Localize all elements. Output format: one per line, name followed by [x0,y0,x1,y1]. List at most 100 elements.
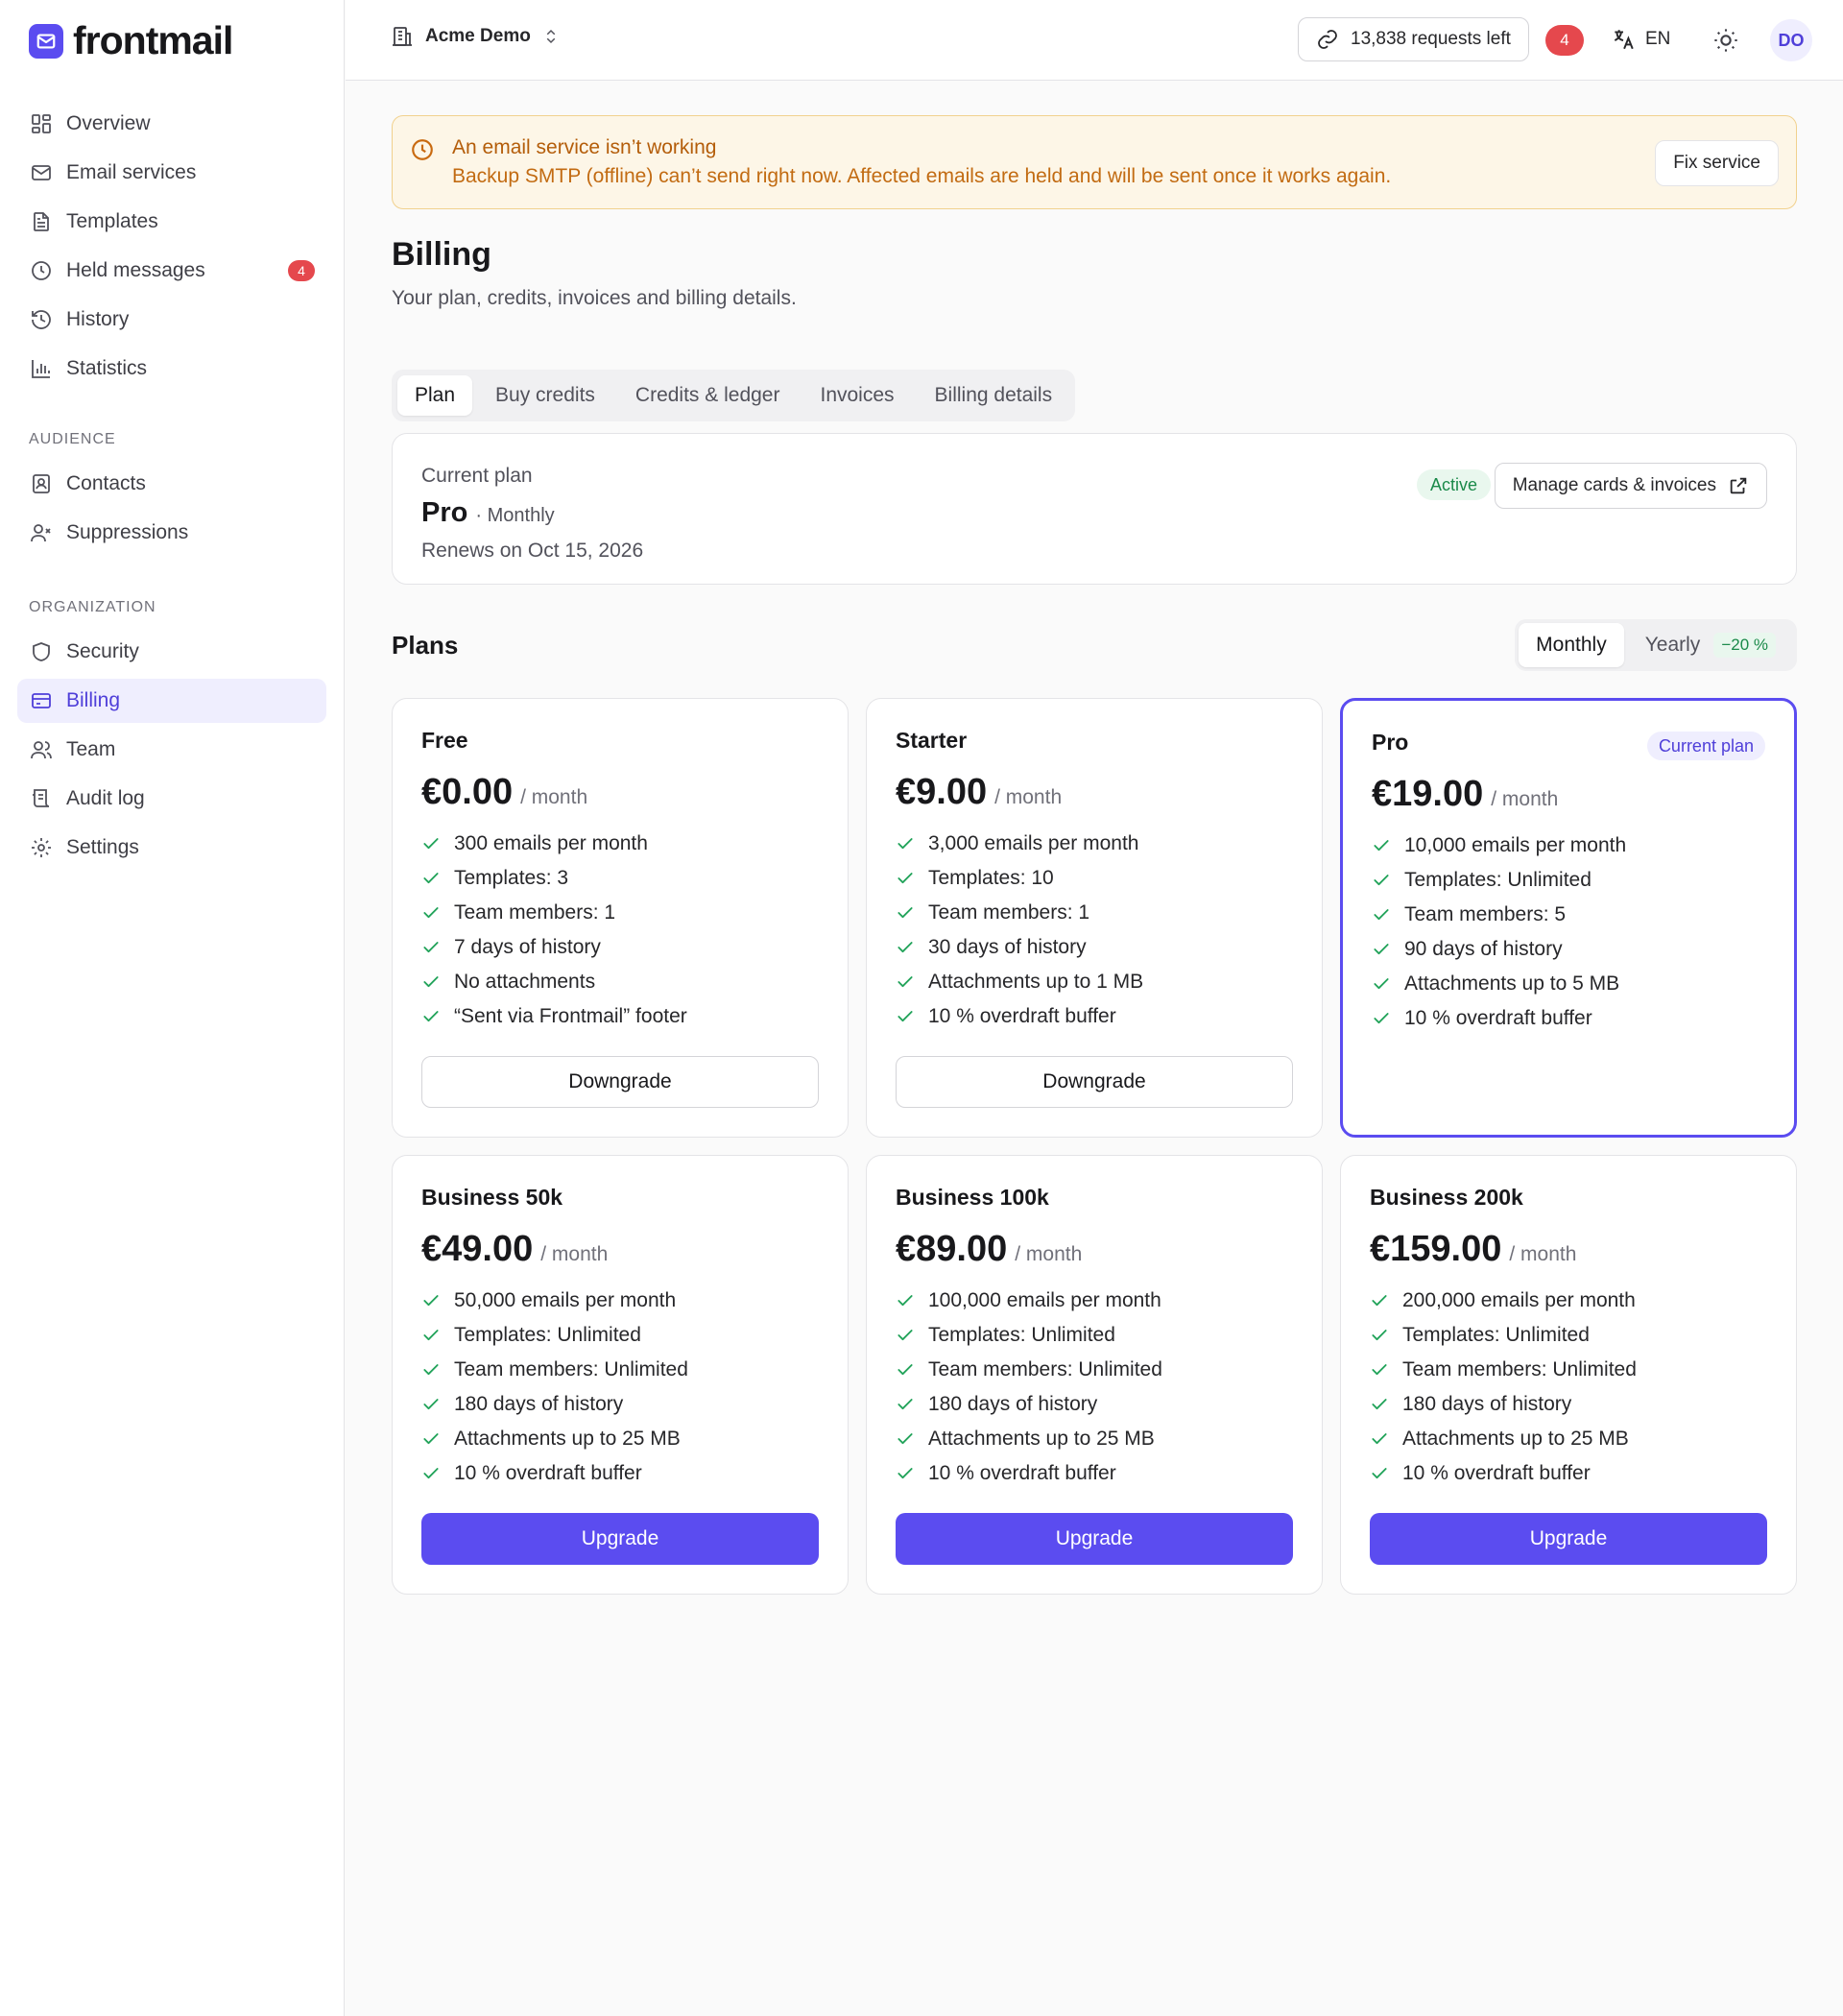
language-code: EN [1645,29,1671,49]
feature-item: Attachments up to 25 MB [421,1422,819,1456]
avatar[interactable]: DO [1770,19,1812,61]
current-plan-name: Pro · Monthly [421,497,555,529]
check-icon [1374,978,1389,990]
tab-buy-credits[interactable]: Buy credits [478,375,612,416]
fix-service-button[interactable]: Fix service [1655,140,1779,186]
sidebar-item-audit-log[interactable]: Audit log [17,777,326,821]
check-icon [898,1011,913,1022]
feature-item: Templates: 3 [421,861,819,896]
clock-icon [32,261,51,280]
feature-item: Attachments up to 25 MB [896,1422,1293,1456]
check-icon [1374,875,1389,886]
sidebar-nav: Overview Email services Templates Held m… [17,102,326,875]
manage-cards-button[interactable]: Manage cards & invoices [1494,463,1767,509]
language-switcher[interactable]: EN [1611,27,1670,52]
history-icon [32,310,51,329]
feature-text: No attachments [454,971,596,993]
check-icon [423,1399,439,1410]
upgrade-button[interactable]: Upgrade [421,1513,819,1565]
feature-text: Team members: Unlimited [928,1358,1162,1380]
sidebar-item-label: Billing [66,689,121,711]
sidebar-item-team[interactable]: Team [17,728,326,772]
sidebar-item-label: Templates [66,210,158,232]
downgrade-button[interactable]: Downgrade [896,1056,1293,1108]
sidebar-item-label: Statistics [66,357,148,379]
price-amount: €19.00 [1372,774,1484,814]
feature-text: 10 % overdraft buffer [1402,1462,1591,1484]
plan-card-business-100k: Business 100k €89.00 / month 100,000 emails… [866,1155,1323,1595]
feature-list: 300 emails per month Templates: 3 Team mem… [421,827,819,1034]
credit-card-icon [32,693,51,708]
theme-toggle[interactable] [1712,27,1739,54]
feature-text: 100,000 emails per month [928,1289,1161,1311]
plan-price: €159.00 / month [1370,1229,1767,1270]
tab-plan[interactable]: Plan [397,375,473,416]
sidebar-item-templates[interactable]: Templates [17,200,326,244]
feature-item: Team members: Unlimited [1370,1353,1767,1387]
sidebar-item-label: History [66,308,130,330]
price-unit: / month [520,786,588,808]
feature-item: 180 days of history [896,1387,1293,1422]
feature-item: Team members: Unlimited [421,1353,819,1387]
check-icon [423,1364,439,1376]
chevron-up-down-icon [546,29,556,44]
period-yearly[interactable]: Yearly −20 % [1628,623,1793,667]
feature-item: Team members: 1 [421,896,819,930]
feature-text: 50,000 emails per month [454,1289,677,1311]
org-switcher[interactable]: Acme Demo [391,25,560,48]
sidebar-item-settings[interactable]: Settings [17,826,326,870]
feature-list: 200,000 emails per month Templates: Unlim… [1370,1284,1767,1491]
sidebar-item-email-services[interactable]: Email services [17,151,326,195]
upgrade-button[interactable]: Upgrade [1370,1513,1767,1565]
check-icon [898,942,913,953]
contact-icon [33,474,50,493]
check-icon [423,838,439,850]
feature-text: Templates: Unlimited [928,1324,1115,1346]
feature-text: Attachments up to 1 MB [928,971,1144,993]
tab-invoices[interactable]: Invoices [802,375,911,416]
tab-billing-details[interactable]: Billing details [918,375,1070,416]
logo[interactable]: frontmail [29,21,233,60]
check-icon [898,1295,913,1307]
feature-text: Templates: Unlimited [454,1324,641,1346]
period-monthly[interactable]: Monthly [1519,623,1624,667]
check-icon [423,1468,439,1479]
feature-text: Team members: Unlimited [454,1358,688,1380]
check-icon [423,1330,439,1341]
plan-price: €19.00 / month [1372,774,1765,815]
sidebar-item-label: Security [66,640,139,662]
tab-credits-ledger[interactable]: Credits & ledger [618,375,798,416]
sidebar-item-overview[interactable]: Overview [17,102,326,146]
sidebar-item-history[interactable]: History [17,298,326,342]
check-icon [423,1433,439,1445]
sidebar-item-contacts[interactable]: Contacts [17,462,326,506]
requests-left-button[interactable]: 13,838 requests left [1298,17,1529,61]
feature-text: 180 days of history [928,1393,1098,1415]
feature-text: 90 days of history [1404,938,1563,960]
current-plan-badge: Current plan [1646,732,1765,760]
feature-text: Templates: 10 [928,867,1054,889]
notification-badge[interactable]: 4 [1545,25,1584,56]
price-amount: €9.00 [896,772,988,812]
check-icon [898,838,913,850]
sidebar-item-statistics[interactable]: Statistics [17,347,326,391]
sidebar-item-suppressions[interactable]: Suppressions [17,511,326,555]
sidebar-item-security[interactable]: Security [17,630,326,674]
feature-text: 180 days of history [454,1393,624,1415]
downgrade-button[interactable]: Downgrade [421,1056,819,1108]
feature-item: 7 days of history [421,930,819,965]
upgrade-button[interactable]: Upgrade [896,1513,1293,1565]
check-icon [898,1468,913,1479]
feature-item: 180 days of history [421,1387,819,1422]
users-icon [31,741,52,759]
sidebar-item-billing[interactable]: Billing [17,679,326,723]
check-icon [1372,1399,1387,1410]
renewal-date: Renews on Oct 15, 2026 [421,540,644,562]
billing-tabs: Plan Buy credits Credits & ledger Invoic… [392,370,1076,421]
status-badge: Active [1416,469,1491,500]
check-icon [423,873,439,884]
feature-text: 3,000 emails per month [928,832,1139,854]
feature-text: Templates: Unlimited [1404,869,1592,891]
sidebar-item-held-messages[interactable]: Held messages 4 [17,249,326,293]
feature-item: 200,000 emails per month [1370,1284,1767,1318]
